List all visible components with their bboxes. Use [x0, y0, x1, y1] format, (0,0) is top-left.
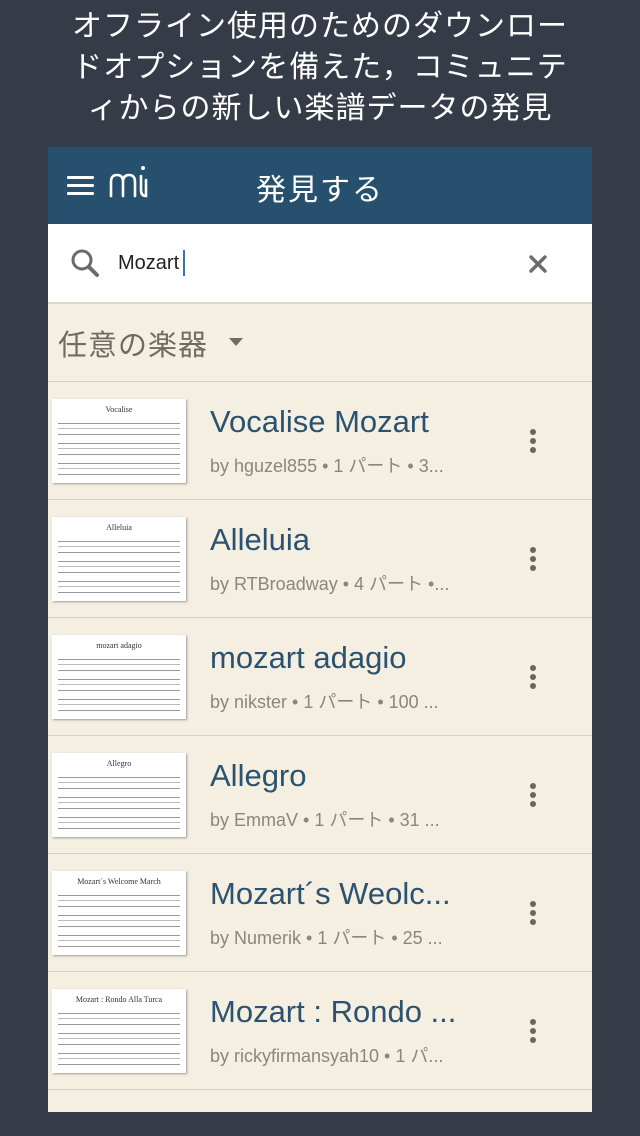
list-item[interactable]: Mozart : Rondo Alla Turca Mozart : Rondo … [48, 972, 592, 1090]
staff-lines [58, 935, 180, 947]
staff-lines [58, 679, 180, 691]
staff-lines [58, 443, 180, 455]
thumbnail-title: Vocalise [105, 405, 133, 414]
thumbnail-title: Mozart : Rondo Alla Turca [75, 995, 163, 1004]
list-item[interactable]: Mozart´s Welcome March Mozart´s Weolc... b… [48, 854, 592, 972]
promo-line-3: ィからの新しい楽譜データの発見 [87, 91, 553, 126]
staff-lines [58, 581, 180, 593]
score-meta: by nikster • 1 パート • 100 ... [210, 692, 439, 712]
filter-label: 任意の楽器 [58, 328, 209, 362]
list-item[interactable]: Vocalise Vocalise Mozart by hguzel855 • 1 … [48, 382, 592, 500]
promo-caption: オフライン使用のためのダウンロー ドオプションを備えた，コミュニテ ィからの新し… [0, 6, 640, 129]
staff-lines [58, 463, 180, 475]
thumbnail-title: Mozart´s Welcome March [77, 877, 161, 886]
score-title: Mozart´s Weolc... [210, 876, 451, 911]
app-screen: 発見する 任意の楽器 Vocalise Vocalise Mozart by hgu… [48, 147, 592, 1112]
app-bar: 発見する [48, 147, 592, 224]
more-options-icon[interactable] [529, 901, 537, 925]
more-options-icon[interactable] [529, 665, 537, 689]
promo-line-2: ドオプションを備えた，コミュニテ [72, 50, 568, 85]
score-title: Alleluia [210, 522, 310, 557]
staff-lines [58, 817, 180, 829]
staff-lines [58, 541, 180, 553]
thumbnail-title: mozart adagio [96, 641, 142, 650]
staff-lines [58, 1053, 180, 1065]
list-item[interactable]: Allegro Allegro by EmmaV • 1 パート • 31 ... [48, 736, 592, 854]
page-title: 発見する [256, 173, 384, 208]
search-bar [48, 224, 592, 304]
text-cursor [183, 250, 185, 276]
score-thumbnail: Mozart´s Welcome March [52, 871, 186, 955]
score-title: Mozart : Rondo ... [210, 994, 457, 1029]
score-thumbnail: Alleluia [52, 517, 186, 601]
score-meta: by EmmaV • 1 パート • 31 ... [210, 810, 440, 830]
score-title: Allegro [210, 758, 307, 793]
close-icon[interactable] [529, 255, 547, 273]
score-meta: by rickyfirmansyah10 • 1 パ... [210, 1046, 444, 1066]
staff-lines [58, 699, 180, 711]
search-input[interactable] [118, 246, 478, 280]
results-list: Vocalise Vocalise Mozart by hguzel855 • 1 … [48, 382, 592, 1090]
thumbnail-title: Alleluia [106, 523, 132, 532]
more-options-icon[interactable] [529, 547, 537, 571]
score-thumbnail: Mozart : Rondo Alla Turca [52, 989, 186, 1073]
list-item[interactable]: mozart adagio mozart adagio by nikster • 1… [48, 618, 592, 736]
score-meta: by hguzel855 • 1 パート • 3... [210, 456, 444, 476]
staff-lines [58, 423, 180, 435]
dropdown-caret-icon [229, 338, 243, 346]
instrument-filter[interactable]: 任意の楽器 [48, 304, 592, 382]
score-thumbnail: Vocalise [52, 399, 186, 483]
list-item[interactable]: Alleluia Alleluia by RTBroadway • 4 パート •.… [48, 500, 592, 618]
score-meta: by RTBroadway • 4 パート •... [210, 574, 450, 594]
promo-line-1: オフライン使用のためのダウンロー [72, 9, 568, 44]
thumbnail-title: Allegro [106, 759, 132, 768]
search-icon [71, 249, 99, 277]
score-title: Vocalise Mozart [210, 404, 429, 439]
staff-lines [58, 659, 180, 671]
score-thumbnail: Allegro [52, 753, 186, 837]
staff-lines [58, 797, 180, 809]
staff-lines [58, 1013, 180, 1025]
staff-lines [58, 895, 180, 907]
staff-lines [58, 915, 180, 927]
score-thumbnail: mozart adagio [52, 635, 186, 719]
more-options-icon[interactable] [529, 429, 537, 453]
more-options-icon[interactable] [529, 783, 537, 807]
score-meta: by Numerik • 1 パート • 25 ... [210, 928, 443, 948]
staff-lines [58, 1033, 180, 1045]
score-title: mozart adagio [210, 640, 407, 675]
staff-lines [58, 561, 180, 573]
more-options-icon[interactable] [529, 1019, 537, 1043]
staff-lines [58, 777, 180, 789]
